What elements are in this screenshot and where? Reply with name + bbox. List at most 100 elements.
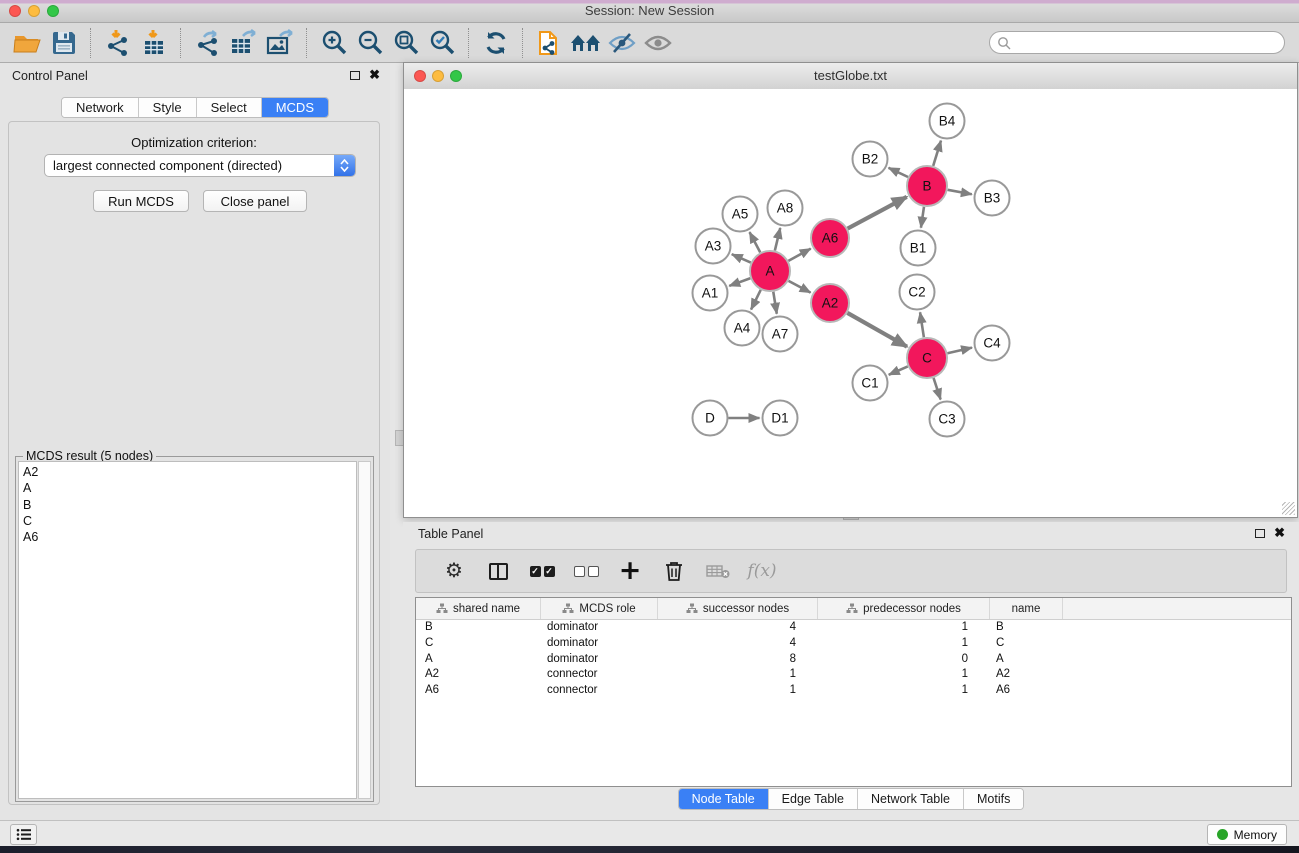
- search-field[interactable]: [989, 31, 1285, 54]
- new-network-from-selection-button[interactable]: [532, 27, 568, 59]
- hide-selected-button[interactable]: [604, 27, 640, 59]
- edge-A-A2[interactable]: [789, 281, 811, 293]
- optimization-criterion-select[interactable]: largest connected component (directed): [44, 154, 356, 177]
- first-neighbors-button[interactable]: [568, 27, 604, 59]
- edge-B-B1[interactable]: [921, 207, 924, 228]
- tab-node-table[interactable]: Node Table: [679, 789, 769, 809]
- delete-table-button[interactable]: [696, 553, 740, 589]
- edge-A-A5[interactable]: [750, 232, 761, 252]
- maximize-window-button[interactable]: [47, 5, 59, 17]
- network-close-button[interactable]: [414, 70, 426, 82]
- search-input[interactable]: [1011, 33, 1284, 53]
- edge-A-A4[interactable]: [751, 290, 761, 310]
- import-table-button[interactable]: [136, 27, 172, 59]
- edge-A2-C[interactable]: [847, 313, 907, 347]
- delete-column-button[interactable]: [652, 553, 696, 589]
- window-controls[interactable]: [9, 5, 59, 17]
- node-B2[interactable]: B2: [853, 142, 888, 177]
- mcds-result-list[interactable]: A2ABCA6: [18, 461, 357, 799]
- table-row[interactable]: Adominator80A: [416, 652, 1291, 668]
- node-A4[interactable]: A4: [725, 311, 760, 346]
- node-D[interactable]: D: [693, 401, 728, 436]
- edge-A-A3[interactable]: [732, 254, 751, 262]
- edge-B-B4[interactable]: [933, 141, 941, 166]
- node-B4[interactable]: B4: [930, 104, 965, 139]
- edge-A-A8[interactable]: [775, 228, 780, 251]
- node-A6[interactable]: A6: [811, 219, 849, 257]
- network-maximize-button[interactable]: [450, 70, 462, 82]
- node-A[interactable]: A: [750, 251, 790, 291]
- node-A1[interactable]: A1: [693, 276, 728, 311]
- mcds-result-item[interactable]: A6: [23, 529, 356, 545]
- table-row[interactable]: Cdominator41C: [416, 636, 1291, 652]
- close-table-panel-icon[interactable]: ✖: [1274, 528, 1285, 538]
- close-panel-icon[interactable]: ✖: [369, 70, 380, 80]
- network-canvas[interactable]: A5A8A3A1A4A7AA6A2BB2B4B3B1CC2C4C1C3DD1: [404, 89, 1297, 517]
- network-minimize-button[interactable]: [432, 70, 444, 82]
- mcds-result-item[interactable]: A2: [23, 464, 356, 480]
- select-all-button[interactable]: ✓✓: [520, 553, 564, 589]
- mcds-result-item[interactable]: B: [23, 497, 356, 513]
- node-C3[interactable]: C3: [930, 402, 965, 437]
- function-builder-button[interactable]: f(x): [740, 553, 784, 589]
- run-mcds-button[interactable]: Run MCDS: [93, 190, 189, 212]
- column-header-shared-name[interactable]: shared name: [416, 598, 541, 619]
- result-scrollbar[interactable]: [358, 461, 371, 799]
- node-B[interactable]: B: [907, 166, 947, 206]
- float-table-panel-icon[interactable]: [1255, 529, 1265, 538]
- node-A2[interactable]: A2: [811, 284, 849, 322]
- edge-C-C1[interactable]: [889, 366, 908, 374]
- column-header-successor-nodes[interactable]: successor nodes: [658, 598, 818, 619]
- close-panel-button[interactable]: Close panel: [203, 190, 307, 212]
- node-A3[interactable]: A3: [696, 229, 731, 264]
- float-panel-icon[interactable]: [350, 71, 360, 80]
- edge-C-C4[interactable]: [947, 348, 972, 354]
- show-all-button[interactable]: [640, 27, 676, 59]
- node-D1[interactable]: D1: [763, 401, 798, 436]
- tab-style[interactable]: Style: [139, 98, 197, 117]
- memory-button[interactable]: Memory: [1207, 824, 1287, 845]
- tab-edge-table[interactable]: Edge Table: [769, 789, 858, 809]
- tab-network[interactable]: Network: [62, 98, 139, 117]
- node-A5[interactable]: A5: [723, 197, 758, 232]
- node-A8[interactable]: A8: [768, 191, 803, 226]
- export-table-button[interactable]: [226, 27, 262, 59]
- edge-C-C3[interactable]: [934, 378, 941, 400]
- node-C4[interactable]: C4: [975, 326, 1010, 361]
- zoom-selected-button[interactable]: [424, 27, 460, 59]
- refresh-view-button[interactable]: [478, 27, 514, 59]
- column-header-name[interactable]: name: [990, 598, 1063, 619]
- column-settings-button[interactable]: ⚙: [432, 553, 476, 589]
- zoom-in-button[interactable]: [316, 27, 352, 59]
- save-session-button[interactable]: [46, 27, 82, 59]
- tab-network-table[interactable]: Network Table: [858, 789, 964, 809]
- node-A7[interactable]: A7: [763, 317, 798, 352]
- add-column-button[interactable]: +: [608, 553, 652, 589]
- mcds-result-item[interactable]: C: [23, 513, 356, 529]
- edge-A6-B[interactable]: [848, 197, 907, 229]
- minimize-window-button[interactable]: [28, 5, 40, 17]
- zoom-fit-button[interactable]: [388, 27, 424, 59]
- node-B3[interactable]: B3: [975, 181, 1010, 216]
- open-session-button[interactable]: [10, 27, 46, 59]
- tab-mcds[interactable]: MCDS: [262, 98, 328, 117]
- table-row[interactable]: A6connector11A6: [416, 683, 1291, 699]
- deselect-all-button[interactable]: [564, 553, 608, 589]
- export-image-button[interactable]: [262, 27, 298, 59]
- zoom-out-button[interactable]: [352, 27, 388, 59]
- edge-B-B3[interactable]: [948, 190, 972, 194]
- table-row[interactable]: Bdominator41B: [416, 620, 1291, 636]
- node-B1[interactable]: B1: [901, 231, 936, 266]
- tab-motifs[interactable]: Motifs: [964, 789, 1023, 809]
- edge-C-C2[interactable]: [920, 312, 924, 337]
- edge-B-B2[interactable]: [889, 168, 908, 177]
- import-network-button[interactable]: [100, 27, 136, 59]
- node-C2[interactable]: C2: [900, 275, 935, 310]
- toggle-panel-button[interactable]: [476, 553, 520, 589]
- tab-select[interactable]: Select: [197, 98, 262, 117]
- node-C1[interactable]: C1: [853, 366, 888, 401]
- close-window-button[interactable]: [9, 5, 21, 17]
- mcds-result-item[interactable]: A: [23, 480, 356, 496]
- export-network-button[interactable]: [190, 27, 226, 59]
- table-row[interactable]: A2connector11A2: [416, 667, 1291, 683]
